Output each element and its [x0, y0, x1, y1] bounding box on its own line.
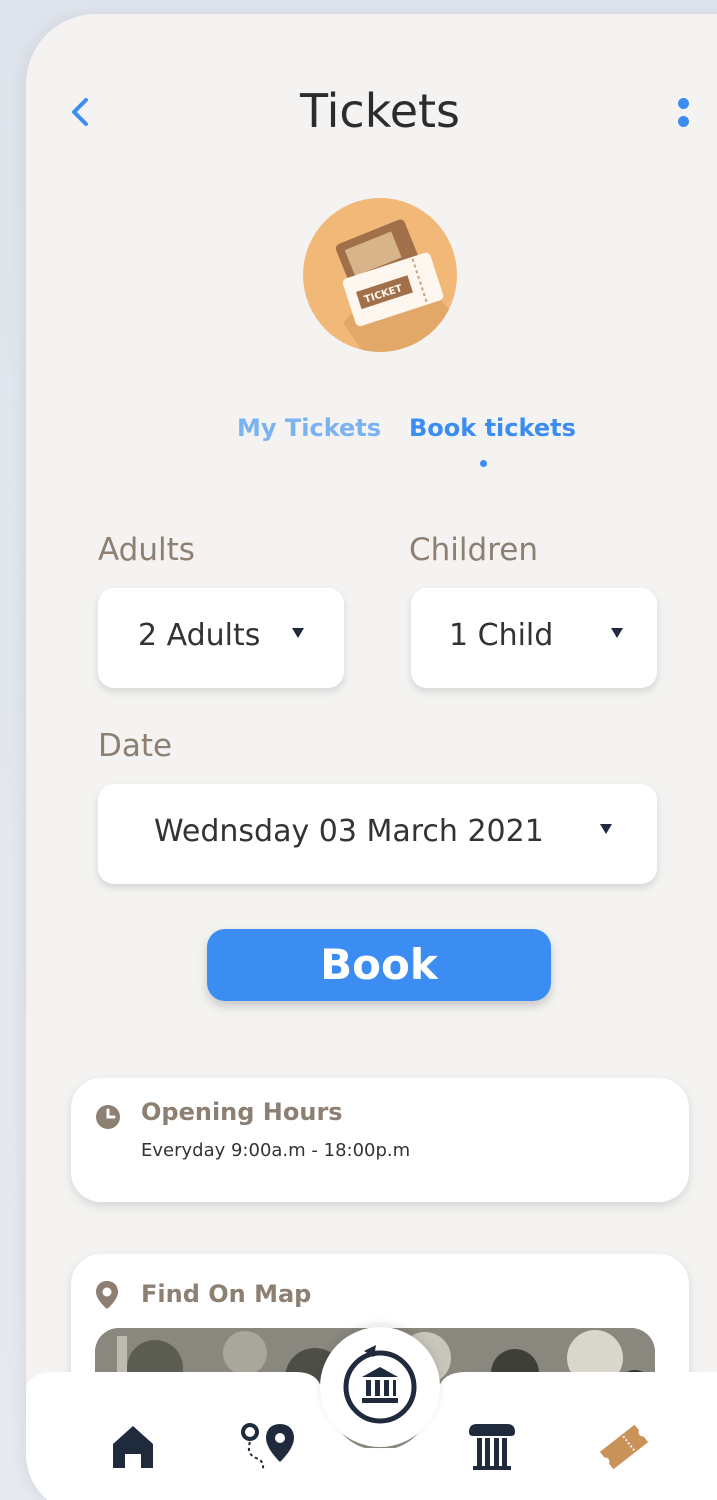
home-icon[interactable]: [110, 1424, 156, 1468]
ticket-icon: TICKET: [335, 219, 457, 352]
opening-hours-card: Opening Hours Everyday 9:00a.m - 18:00p.…: [71, 1078, 689, 1202]
opening-hours-title: Opening Hours: [141, 1098, 343, 1126]
museum-center-button[interactable]: [320, 1327, 440, 1447]
caret-down-icon: [292, 628, 304, 638]
more-options-button[interactable]: [674, 96, 694, 136]
tab-bar: My Tickets Book tickets: [26, 414, 716, 474]
caret-down-icon: [600, 824, 612, 834]
date-label: Date: [98, 728, 173, 764]
tab-book-tickets[interactable]: Book tickets: [409, 414, 576, 442]
tab-my-tickets[interactable]: My Tickets: [237, 414, 381, 442]
opening-hours-value: Everyday 9:00a.m - 18:00p.m: [141, 1140, 411, 1161]
book-button[interactable]: Book: [207, 929, 551, 1001]
app-screen: Tickets TICKET My Tickets Book tickets A…: [26, 14, 717, 1500]
children-label: Children: [409, 532, 538, 568]
route-icon[interactable]: [240, 1422, 300, 1474]
adults-select-value: 2 Adults: [138, 618, 261, 653]
adults-label: Adults: [98, 532, 195, 568]
page-title: Tickets: [299, 84, 461, 138]
date-select-value: Wednsday 03 March 2021: [154, 814, 544, 849]
children-select-value: 1 Child: [449, 618, 554, 653]
map-pin-icon: [96, 1281, 118, 1309]
map-card-title: Find On Map: [141, 1280, 312, 1308]
active-tab-indicator: [480, 460, 487, 467]
adults-select[interactable]: 2 Adults: [98, 588, 344, 688]
caret-down-icon: [611, 628, 623, 638]
ticket-logo: TICKET: [303, 198, 457, 352]
ticket-nav-icon[interactable]: [596, 1422, 652, 1472]
children-select[interactable]: 1 Child: [411, 588, 657, 688]
clock-icon: [96, 1105, 120, 1129]
bottom-navigation: [26, 1327, 717, 1500]
column-icon[interactable]: [467, 1422, 517, 1470]
museum-rotate-icon: [343, 1345, 417, 1424]
date-select[interactable]: Wednsday 03 March 2021: [98, 784, 657, 884]
